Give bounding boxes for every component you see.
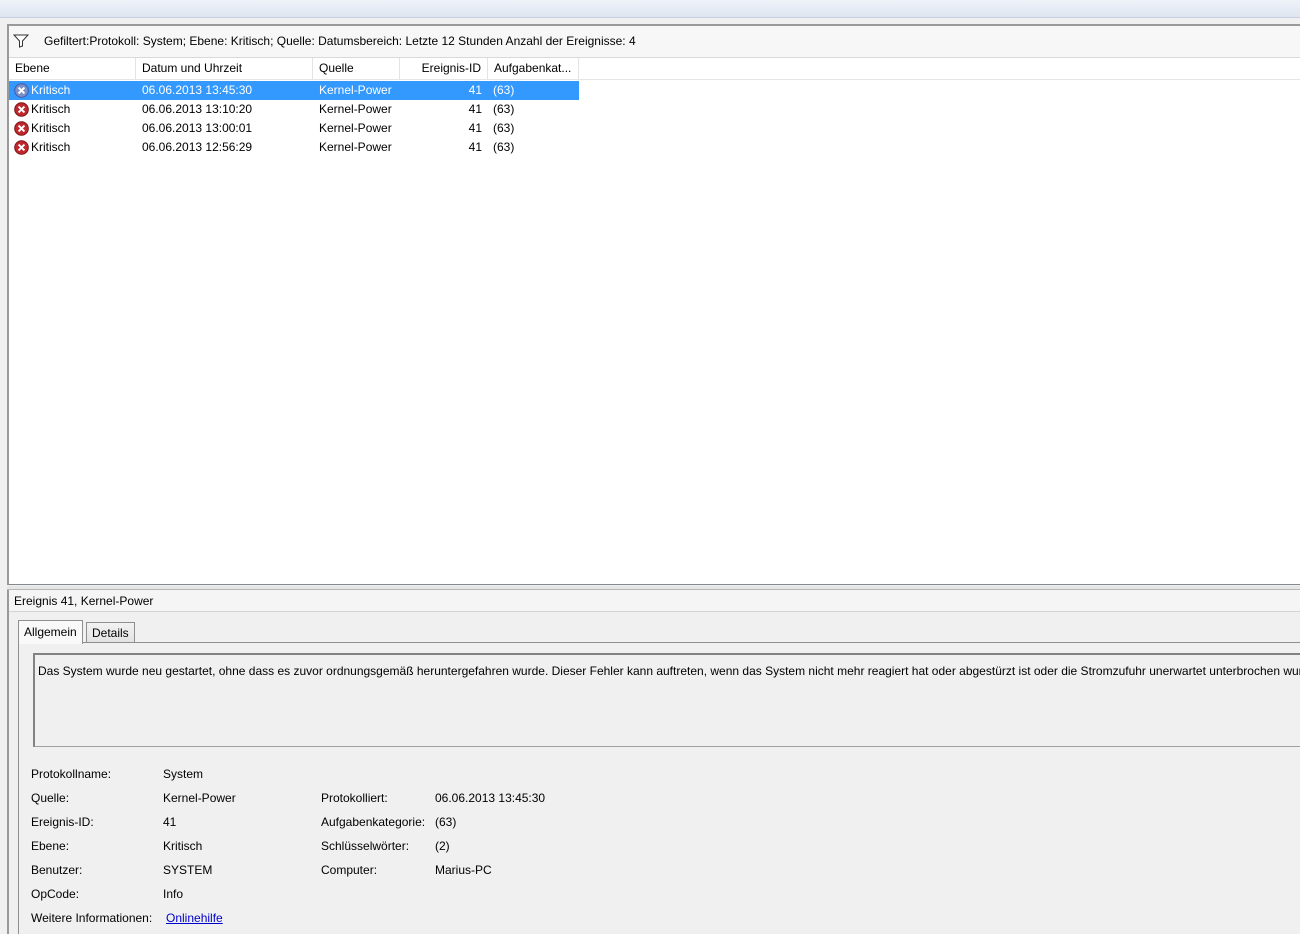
column-header-task-category[interactable]: Aufgabenkat... bbox=[488, 58, 579, 79]
event-id: 41 bbox=[468, 140, 482, 154]
value-opcode: Info bbox=[163, 887, 184, 901]
label-source: Quelle: bbox=[31, 791, 70, 805]
label-task-category: Aufgabenkategorie: bbox=[321, 815, 426, 829]
tab-details[interactable]: Details bbox=[86, 622, 135, 643]
critical-error-icon bbox=[14, 121, 29, 136]
event-description-text: Das System wurde neu gestartet, ohne das… bbox=[38, 664, 1300, 678]
event-level: Kritisch bbox=[31, 83, 71, 97]
label-log-name: Protokollname: bbox=[31, 767, 112, 781]
event-detail-pane: Ereignis 41, Kernel-Power Allgemein Deta… bbox=[7, 590, 1300, 934]
column-header-level[interactable]: Ebene bbox=[9, 58, 136, 79]
label-user: Benutzer: bbox=[31, 863, 83, 877]
value-computer: Marius-PC bbox=[435, 863, 492, 877]
event-source: Kernel-Power bbox=[319, 121, 392, 135]
event-id: 41 bbox=[468, 83, 482, 97]
critical-error-icon bbox=[14, 102, 29, 117]
value-event-id: 41 bbox=[163, 815, 177, 829]
filter-bar: Gefiltert:Protokoll: System; Ebene: Krit… bbox=[9, 26, 1300, 58]
event-task-category: (63) bbox=[493, 121, 515, 135]
window-top-strip bbox=[0, 0, 1300, 18]
event-date: 06.06.2013 12:56:29 bbox=[142, 140, 253, 154]
label-more-info: Weitere Informationen: bbox=[31, 911, 153, 925]
value-keywords: (2) bbox=[435, 839, 450, 853]
event-level: Kritisch bbox=[31, 140, 71, 154]
event-description-box[interactable]: Das System wurde neu gestartet, ohne das… bbox=[33, 653, 1300, 747]
column-headers: Ebene Datum und Uhrzeit Quelle Ereignis-… bbox=[9, 58, 1300, 80]
event-source: Kernel-Power bbox=[319, 83, 392, 97]
event-level: Kritisch bbox=[31, 121, 71, 135]
label-keywords: Schlüsselwörter: bbox=[321, 839, 410, 853]
label-opcode: OpCode: bbox=[31, 887, 80, 901]
value-level: Kritisch bbox=[163, 839, 203, 853]
column-header-event-id[interactable]: Ereignis-ID bbox=[400, 58, 488, 79]
filter-description: Gefiltert:Protokoll: System; Ebene: Krit… bbox=[44, 34, 636, 48]
value-source: Kernel-Power bbox=[163, 791, 236, 805]
event-date: 06.06.2013 13:10:20 bbox=[142, 102, 253, 116]
event-task-category: (63) bbox=[493, 140, 515, 154]
general-tab-panel: Das System wurde neu gestartet, ohne das… bbox=[18, 642, 1300, 934]
event-source: Kernel-Power bbox=[319, 102, 392, 116]
critical-error-icon bbox=[14, 140, 29, 155]
value-user: SYSTEM bbox=[163, 863, 213, 877]
event-row[interactable]: Kritisch 06.06.2013 13:10:20 Kernel-Powe… bbox=[9, 100, 579, 119]
label-level: Ebene: bbox=[31, 839, 70, 853]
value-logged: 06.06.2013 13:45:30 bbox=[435, 791, 546, 805]
event-task-category: (63) bbox=[493, 102, 515, 116]
label-event-id: Ereignis-ID: bbox=[31, 815, 94, 829]
event-level: Kritisch bbox=[31, 102, 71, 116]
event-row[interactable]: Kritisch 06.06.2013 12:56:29 Kernel-Powe… bbox=[9, 138, 579, 157]
event-id: 41 bbox=[468, 102, 482, 116]
event-source: Kernel-Power bbox=[319, 140, 392, 154]
event-id: 41 bbox=[468, 121, 482, 135]
label-logged: Protokolliert: bbox=[321, 791, 388, 805]
online-help-link[interactable]: Onlinehilfe bbox=[166, 911, 223, 925]
filter-funnel-icon bbox=[13, 34, 29, 48]
event-rows: Kritisch 06.06.2013 13:45:30 Kernel-Powe… bbox=[9, 81, 1300, 157]
event-task-category: (63) bbox=[493, 83, 515, 97]
value-log-name: System bbox=[163, 767, 204, 781]
label-computer: Computer: bbox=[321, 863, 378, 877]
critical-error-icon bbox=[14, 83, 29, 98]
event-row[interactable]: Kritisch 06.06.2013 13:00:01 Kernel-Powe… bbox=[9, 119, 579, 138]
value-task-category: (63) bbox=[435, 815, 457, 829]
event-date: 06.06.2013 13:00:01 bbox=[142, 121, 253, 135]
event-row[interactable]: Kritisch 06.06.2013 13:45:30 Kernel-Powe… bbox=[9, 81, 579, 100]
tab-general[interactable]: Allgemein bbox=[18, 620, 83, 644]
event-detail-title: Ereignis 41, Kernel-Power bbox=[9, 590, 1300, 612]
column-header-date[interactable]: Datum und Uhrzeit bbox=[136, 58, 313, 79]
event-list-pane: Gefiltert:Protokoll: System; Ebene: Krit… bbox=[7, 24, 1300, 585]
column-header-source[interactable]: Quelle bbox=[313, 58, 400, 79]
event-date: 06.06.2013 13:45:30 bbox=[142, 83, 253, 97]
